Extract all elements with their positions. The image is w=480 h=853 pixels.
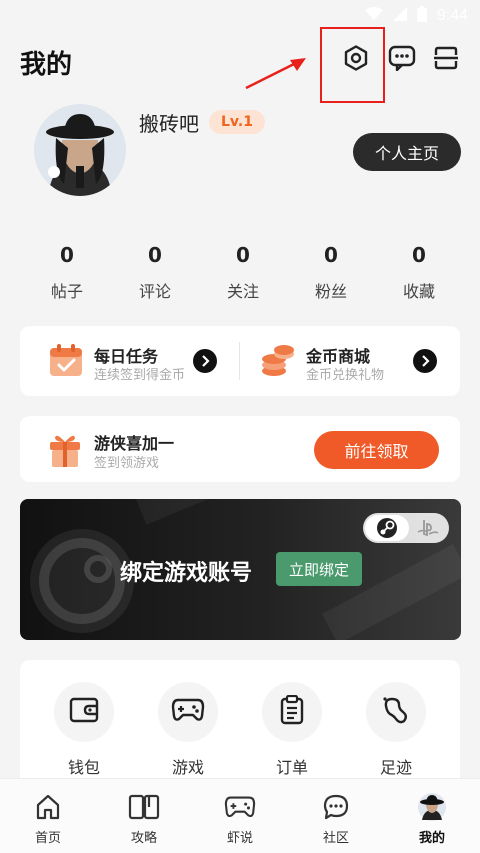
username: 搬砖吧 [139,112,199,136]
playstation-icon [413,517,443,539]
settings-highlight-box [320,27,385,103]
stat-value: 0 [148,243,162,267]
tasks-card: 每日任务 连续签到得金币 金币商城 金币兑换礼物 [20,326,460,396]
avatar-icon [416,791,448,823]
status-bar: 9:44 [0,0,480,34]
stat-followers[interactable]: 0 粉丝 [291,240,371,302]
tab-label: 虾说 [226,831,253,846]
order-icon [279,694,305,729]
tool-icon-circle [158,682,218,742]
tab-label: 首页 [34,831,61,846]
stat-favorites[interactable]: 0 收藏 [379,240,459,302]
tab-label: 我的 [418,831,445,846]
free-game-card: 游侠喜加一 签到领游戏 前往领取 [20,416,460,482]
daily-task-item[interactable]: 每日任务 连续签到得金币 [20,326,240,396]
status-icons: 9:44 [364,6,468,26]
message-button[interactable] [384,42,420,78]
tab-home[interactable]: 首页 [18,791,78,846]
tab-xiashuo[interactable]: 虾说 [210,791,270,846]
annotation-arrow-icon [245,58,306,90]
tool-icon-circle [366,682,426,742]
tab-label: 攻略 [130,831,157,846]
tool-footprints[interactable]: 足迹 [364,682,428,778]
level-badge: Lv.1 [209,110,265,134]
stat-value: 0 [236,243,250,267]
tool-label: 足迹 [379,758,412,777]
scan-button[interactable] [428,42,464,78]
personal-homepage-button[interactable]: 个人主页 [353,133,461,171]
tool-games[interactable]: 游戏 [156,682,220,778]
avatar[interactable] [34,104,126,196]
message-icon [388,45,416,75]
tools-card: 钱包 游戏 订单 足迹 [20,660,460,790]
coins-icon [260,344,296,378]
bind-account-title: 绑定游戏账号 [120,561,253,586]
battery-icon [416,6,427,26]
chevron-right-icon [413,349,437,373]
gift-icon [48,430,82,468]
footprint-icon [381,695,411,729]
stat-label: 评论 [138,282,171,301]
stat-label: 帖子 [50,282,83,301]
book-icon [128,791,160,823]
wallet-icon [69,696,99,728]
stats-row: 0 帖子 0 评论 0 关注 0 粉丝 0 收藏 [0,240,480,310]
home-icon [32,791,64,823]
tool-orders[interactable]: 订单 [260,682,324,778]
platform-toggle[interactable] [363,513,449,543]
coin-shop-item[interactable]: 金币商城 金币兑换礼物 [240,326,460,396]
tool-wallet[interactable]: 钱包 [52,682,116,778]
gamepad-icon [171,697,205,727]
stat-comments[interactable]: 0 评论 [115,240,195,302]
gamepad-icon [224,791,256,823]
calendar-check-icon [48,344,84,378]
claim-button[interactable]: 前往领取 [314,431,439,469]
stat-following[interactable]: 0 关注 [203,240,283,302]
scan-icon [433,45,459,75]
bind-now-button[interactable]: 立即绑定 [276,552,362,586]
bind-account-banner[interactable]: 绑定游戏账号 立即绑定 [20,499,461,640]
tab-community[interactable]: 社区 [306,791,366,846]
page-title: 我的 [20,50,73,80]
signal-icon [392,7,407,25]
free-game-subtitle: 签到领游戏 [94,456,160,471]
profile-section: 搬砖吧 Lv.1 个人主页 [0,104,480,200]
tool-icon-circle [262,682,322,742]
tab-guides[interactable]: 攻略 [114,791,174,846]
wifi-icon [364,7,383,25]
status-time: 9:44 [436,7,468,24]
tool-label: 钱包 [67,758,100,777]
chevron-right-icon [193,349,217,373]
tool-label: 订单 [275,758,308,777]
coin-shop-subtitle: 金币兑换礼物 [306,368,385,383]
tool-icon-circle [54,682,114,742]
stat-label: 收藏 [402,282,435,301]
steam-icon [365,515,409,541]
tool-label: 游戏 [171,758,204,777]
daily-task-subtitle: 连续签到得金币 [94,368,186,383]
tab-mine[interactable]: 我的 [402,791,462,846]
bottom-tab-bar: 首页 攻略 虾说 社区 我的 [0,778,480,853]
stat-label: 关注 [226,282,259,301]
stat-value: 0 [324,243,338,267]
tab-label: 社区 [322,831,349,846]
stat-value: 0 [412,243,426,267]
stat-value: 0 [60,243,74,267]
free-game-title: 游侠喜加一 [94,434,175,453]
chat-icon [320,791,352,823]
stat-posts[interactable]: 0 帖子 [27,240,107,302]
stat-label: 粉丝 [314,282,347,301]
